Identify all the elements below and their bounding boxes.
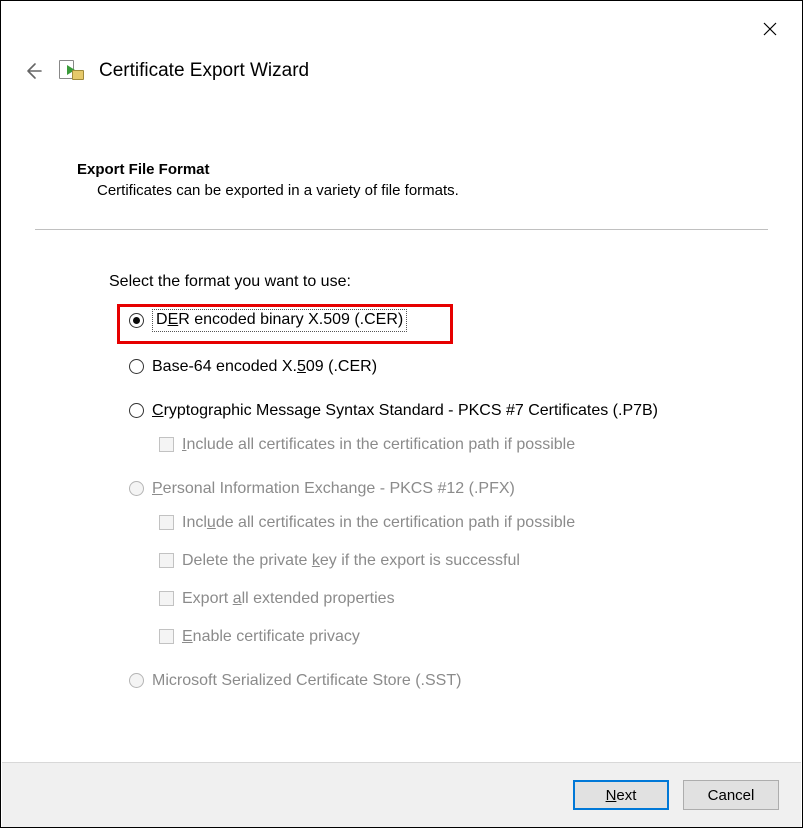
wizard-title: Certificate Export Wizard [99,60,309,82]
checkbox-enable-privacy: Enable certificate privacy [159,628,762,646]
checkbox-include-pkcs7: Include all certificates in the certific… [159,436,762,454]
close-button[interactable] [756,15,784,43]
format-prompt: Select the format you want to use: [109,273,762,291]
radio-label-base64: Base-64 encoded X.509 (.CER) [152,358,377,376]
section-title: Export File Format [77,161,762,178]
content-area: Select the format you want to use: DER e… [109,273,762,716]
checkbox-label: Delete the private key if the export is … [182,552,520,570]
radio-icon [129,313,144,328]
checkbox-export-extended: Export all extended properties [159,590,762,608]
checkbox-label: Include all certificates in the certific… [182,514,575,532]
radio-option-der[interactable]: DER encoded binary X.509 (.CER) [129,309,762,332]
checkbox-icon [159,629,174,644]
radio-label-pkcs7: Cryptographic Message Syntax Standard - … [152,402,658,420]
wizard-header: Certificate Export Wizard [23,59,772,83]
radio-option-sst: Microsoft Serialized Certificate Store (… [129,672,762,690]
radio-option-pfx: Personal Information Exchange - PKCS #12… [129,480,762,498]
radio-label-sst: Microsoft Serialized Certificate Store (… [152,672,461,690]
radio-icon [129,359,144,374]
checkbox-delete-key: Delete the private key if the export is … [159,552,762,570]
checkbox-icon [159,437,174,452]
checkbox-label: Include all certificates in the certific… [182,436,575,454]
back-button[interactable] [23,61,43,81]
separator [35,229,768,230]
radio-option-pkcs7[interactable]: Cryptographic Message Syntax Standard - … [129,402,762,420]
footer-bar: Next Cancel [2,762,801,827]
close-icon [763,22,777,36]
section-header: Export File Format Certificates can be e… [77,161,762,199]
checkbox-icon [159,515,174,530]
radio-label-pfx: Personal Information Exchange - PKCS #12… [152,480,515,498]
checkbox-label: Enable certificate privacy [182,628,360,646]
wizard-icon [57,59,85,83]
radio-icon [129,673,144,688]
checkbox-label: Export all extended properties [182,590,395,608]
radio-option-base64[interactable]: Base-64 encoded X.509 (.CER) [129,358,762,376]
checkbox-icon [159,553,174,568]
radio-label-der: DER encoded binary X.509 (.CER) [152,309,407,332]
next-button[interactable]: Next [573,780,669,810]
cancel-button[interactable]: Cancel [683,780,779,810]
radio-icon [129,481,144,496]
back-arrow-icon [24,62,42,80]
radio-icon [129,403,144,418]
checkbox-include-pfx: Include all certificates in the certific… [159,514,762,532]
section-subtitle: Certificates can be exported in a variet… [97,182,762,199]
format-options: DER encoded binary X.509 (.CER) Base-64 … [109,309,762,690]
checkbox-icon [159,591,174,606]
